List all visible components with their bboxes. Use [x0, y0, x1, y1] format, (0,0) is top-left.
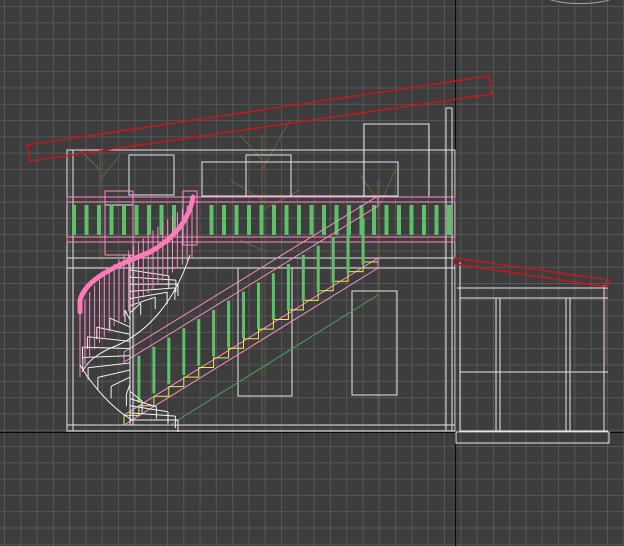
balcony-baluster — [447, 205, 451, 235]
stair-baluster — [361, 218, 365, 265]
stair-baluster — [182, 328, 186, 376]
stair-baluster — [316, 245, 320, 292]
balcony-baluster — [309, 205, 314, 235]
spiral-stair-tread — [129, 405, 169, 413]
stair-baluster — [331, 236, 335, 283]
balcony-baluster — [122, 205, 126, 235]
spiral-stair-tread — [88, 362, 131, 369]
wireframe-scene[interactable] — [0, 0, 624, 546]
stair-baluster — [152, 346, 156, 394]
balcony-baluster — [409, 205, 414, 235]
balcony-baluster — [134, 205, 139, 235]
stair-baluster — [137, 355, 141, 403]
stair-baluster — [212, 309, 216, 357]
annex-building-frame[interactable] — [455, 262, 610, 444]
spiral-stair-tread — [129, 287, 175, 292]
balcony-baluster — [209, 205, 214, 235]
balcony-baluster — [247, 205, 251, 235]
balcony-baluster — [234, 205, 239, 235]
annex-roof[interactable] — [454, 257, 610, 288]
balcony-baluster — [147, 205, 151, 235]
balcony-baluster — [422, 205, 426, 235]
stair-baluster — [167, 337, 171, 385]
stair-baluster — [242, 291, 245, 339]
spiral-stair-tread — [129, 302, 142, 314]
balcony-baluster — [222, 205, 226, 235]
balcony-baluster — [97, 205, 101, 235]
spiral-stair-tread — [96, 326, 131, 335]
balcony-baluster — [397, 205, 401, 235]
balcony-balusters — [72, 205, 451, 235]
balcony-baluster — [109, 205, 114, 235]
stair-baluster — [271, 273, 275, 320]
viewport-front[interactable] — [0, 0, 624, 546]
main-roof[interactable] — [26, 75, 493, 162]
balcony-baluster — [284, 205, 289, 235]
spiral-stair-tread — [109, 317, 131, 328]
spiral-stair-tread — [97, 369, 131, 378]
balcony-baluster — [259, 205, 264, 235]
balcony-baluster — [384, 205, 389, 235]
main-building-frame[interactable] — [66, 107, 456, 432]
balcony-baluster — [84, 205, 89, 235]
balcony-baluster — [434, 205, 439, 235]
stair-baluster — [286, 264, 290, 311]
spiral-stair-tread — [125, 384, 131, 395]
stair-balusters — [137, 218, 365, 403]
tree-wireframes — [79, 119, 607, 425]
stair-baluster — [257, 282, 260, 329]
stair-baluster — [227, 300, 231, 348]
balcony-baluster — [72, 205, 76, 235]
balcony-baluster — [297, 205, 301, 235]
balcony-baluster — [272, 205, 276, 235]
stair-baluster — [346, 227, 350, 274]
stair-baluster — [197, 319, 201, 366]
spiral-stair-tread — [110, 376, 131, 387]
spiral-stair-tread — [87, 336, 131, 342]
stair-baluster — [301, 254, 305, 302]
spiral-stair-tread — [124, 309, 131, 321]
